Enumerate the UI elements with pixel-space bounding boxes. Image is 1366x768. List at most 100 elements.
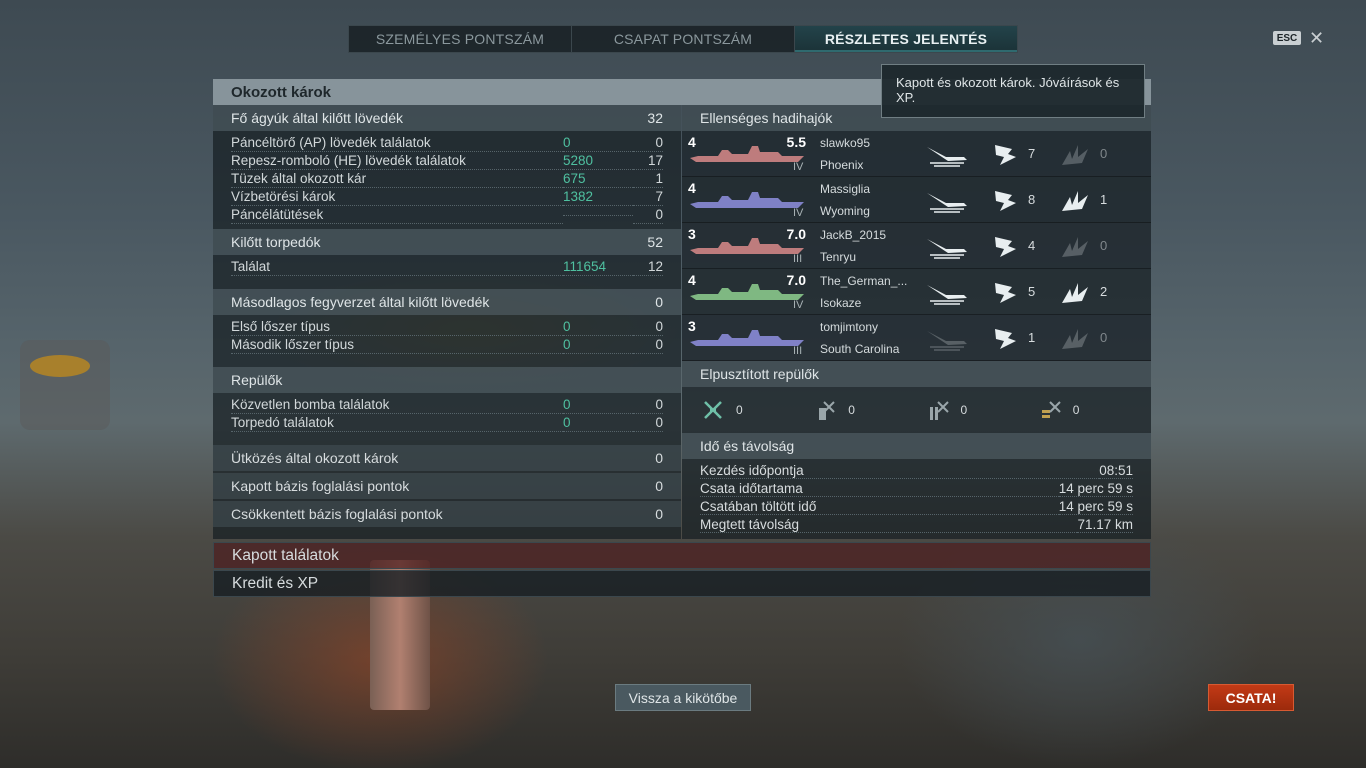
- ship-icon: [690, 191, 804, 208]
- ship-icon: [690, 283, 804, 300]
- hits-count: 8: [1028, 192, 1036, 207]
- time-label: Kezdés időpontja: [700, 463, 1100, 479]
- time-label: Csata időtartama: [700, 481, 1059, 497]
- back-to-port-button[interactable]: Vissza a kikötőbe: [615, 684, 751, 711]
- citadel-count: 0: [1100, 238, 1108, 253]
- ship-hits: 7: [992, 141, 1052, 167]
- stat-damage: 111654: [563, 259, 633, 276]
- ship-sunk: [924, 141, 984, 167]
- dive-bomber-icon: [929, 401, 949, 420]
- stat-label: Közvetlen bomba találatok: [231, 397, 563, 414]
- fighter-stat: 0: [702, 399, 814, 421]
- main-guns-label: Fő ágyúk által kilőtt lövedék: [231, 110, 403, 126]
- stat-count: 0: [633, 135, 663, 152]
- ship-name: South Carolina: [820, 341, 900, 356]
- time-row: Csatában töltött idő 14 perc 59 s: [682, 498, 1151, 516]
- stat-label: Tüzek által okozott kár: [231, 171, 563, 188]
- tab-personal-score[interactable]: SZEMÉLYES PONTSZÁM: [349, 26, 572, 52]
- planes-header: Elpusztított repülők: [682, 361, 1151, 387]
- stat-row: Repesz-romboló (HE) lövedék találatok 528…: [213, 152, 681, 170]
- base-capture-label: Kapott bázis foglalási pontok: [231, 478, 410, 494]
- torpedo-rows: Találat 111654 12: [213, 255, 681, 281]
- planes-destroyed: 0 0 0 0: [682, 387, 1151, 433]
- damage-column: Fő ágyúk által kilőtt lövedék 32 Páncéltö…: [213, 105, 681, 539]
- stat-row: Második lőszer típus 0 0: [213, 336, 681, 354]
- aircraft-label: Repülők: [231, 372, 283, 388]
- ship-sunk: [924, 279, 984, 305]
- main-guns-value: 32: [647, 110, 663, 126]
- ship-hits: 1: [992, 325, 1052, 351]
- background-lamp: [30, 355, 90, 377]
- hit-icon: [995, 144, 1016, 165]
- ship-citadels: 2: [1060, 279, 1120, 305]
- hits-count: 1: [1028, 330, 1036, 345]
- time-value: 14 perc 59 s: [1058, 481, 1133, 497]
- stat-label: Találat: [231, 259, 563, 276]
- battle-button[interactable]: CSATA!: [1208, 684, 1294, 711]
- torpedo-bombers-destroyed-count: 0: [848, 403, 855, 417]
- time-value: 71.17 km: [1077, 517, 1133, 533]
- tab-detailed-report[interactable]: RÉSZLETES JELENTÉS: [795, 26, 1017, 52]
- hit-icon: [995, 328, 1016, 349]
- time-label: Megtett távolság: [700, 517, 1078, 533]
- player-name: tomjimtony: [820, 319, 879, 334]
- stat-label: Páncéltörő (AP) lövedék találatok: [231, 135, 563, 152]
- stat-damage: 5280: [563, 153, 633, 170]
- ship-name: Isokaze: [820, 295, 862, 310]
- citadel-count: 0: [1100, 146, 1108, 161]
- base-defense-value: 0: [655, 506, 663, 522]
- torpedoes-value: 52: [647, 234, 663, 250]
- stat-damage: [563, 214, 633, 216]
- main-guns-rows: Páncéltörő (AP) lövedék találatok 0 0 Repes…: [213, 131, 681, 229]
- ship-sunk: [924, 325, 984, 351]
- torpedo-bomber-stat: 0: [814, 399, 926, 421]
- time-value: 08:51: [1099, 463, 1133, 479]
- time-row: Csata időtartama 14 perc 59 s: [682, 480, 1151, 498]
- sunk-ship-icon: [927, 146, 967, 167]
- aircraft-rows: Közvetlen bomba találatok 0 0 Torpedó talál…: [213, 393, 681, 437]
- stat-label: Repesz-romboló (HE) lövedék találatok: [231, 153, 563, 170]
- received-hits-section[interactable]: Kapott találatok: [213, 542, 1151, 569]
- stat-count: 0: [633, 397, 663, 414]
- close-icon[interactable]: ✕: [1309, 28, 1324, 49]
- stat-row: Első lőszer típus 0 0: [213, 318, 681, 336]
- stat-count: 17: [633, 153, 663, 170]
- player-name: slawko95: [820, 135, 871, 150]
- player-name: JackB_2015: [820, 227, 887, 242]
- ship-name: Wyoming: [820, 203, 870, 218]
- ship-citadels: 0: [1060, 141, 1120, 167]
- enemy-ship-row: 3 7.0 III JackB_2015 Tenryu 4 0: [682, 223, 1151, 269]
- credits-xp-section[interactable]: Kredit és XP: [213, 570, 1151, 597]
- other-plane-stat: 0: [1039, 399, 1151, 421]
- enemy-ship-row: 4 IV Massiglia Wyoming 8 1: [682, 177, 1151, 223]
- base-defense-row: Csökkentett bázis foglalási pontok 0: [213, 501, 681, 527]
- stat-label: Torpedó találatok: [231, 415, 563, 432]
- player-name: Massiglia: [820, 181, 871, 196]
- secondary-label: Másodlagos fegyverzet által kilőtt löved…: [231, 294, 490, 310]
- citadel-icon: [1062, 236, 1088, 257]
- player-name: The_German_...: [820, 273, 908, 288]
- stat-damage: 0: [563, 319, 633, 336]
- secondary-value: 0: [655, 294, 663, 310]
- hit-icon: [995, 282, 1016, 303]
- fighters-destroyed-count: 0: [736, 403, 743, 417]
- ship-tier-roman: III: [793, 252, 803, 265]
- stat-label: Első lőszer típus: [231, 319, 563, 336]
- aircraft-header: Repülők: [213, 367, 681, 393]
- stat-row: Vízbetörési károk 1382 7: [213, 188, 681, 206]
- ship-name: Tenryu: [820, 249, 857, 264]
- detailed-report-panel: Okozott károk Fő ágyúk által kilőtt löve…: [213, 79, 1151, 597]
- stat-row: Közvetlen bomba találatok 0 0: [213, 396, 681, 414]
- ship-silhouette: 4 5.5 IV: [688, 134, 806, 174]
- stat-count: 7: [633, 189, 663, 206]
- ship-tier-roman: IV: [793, 160, 804, 173]
- stat-row: Torpedó találatok 0 0: [213, 414, 681, 432]
- enemy-ship-row: 3 III tomjimtony South Carolina 1 0: [682, 315, 1151, 361]
- ship-citadels: 1: [1060, 187, 1120, 213]
- stat-label: Páncélátütések: [231, 207, 563, 224]
- stat-damage: 0: [563, 397, 633, 414]
- citadel-icon: [1062, 190, 1088, 211]
- citadel-icon: [1062, 144, 1088, 165]
- tab-team-score[interactable]: CSAPAT PONTSZÁM: [572, 26, 795, 52]
- ship-hits: 4: [992, 233, 1052, 259]
